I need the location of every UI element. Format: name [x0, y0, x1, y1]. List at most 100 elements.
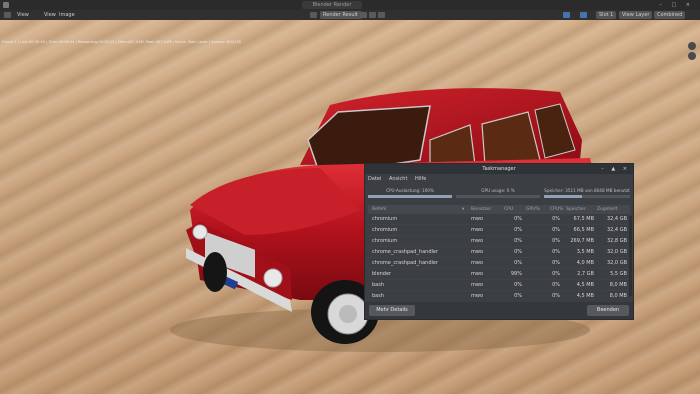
- render-result-field[interactable]: Render Result: [320, 11, 362, 19]
- taskmanager-title: Taskmanager: [482, 166, 516, 172]
- process-user: mwo: [471, 216, 484, 222]
- process-user: mwo: [471, 249, 484, 255]
- menu-ansicht[interactable]: Ansicht: [389, 176, 407, 182]
- process-user: mwo: [471, 227, 484, 233]
- process-cpu-percent: 0%: [552, 216, 560, 222]
- process-cpu-percent: 0%: [552, 249, 560, 255]
- process-cpu: 0%: [514, 282, 522, 288]
- process-name: chrome_crashpad_handler: [372, 249, 439, 255]
- cpu-meter-fill: [368, 195, 452, 198]
- cpu-meter: CPU-Auslastung: 100%: [368, 188, 452, 198]
- gpu-meter-bar: [456, 195, 540, 198]
- view-layer-select[interactable]: View Layer: [619, 11, 653, 19]
- process-memory: 269,7 MB: [570, 238, 594, 244]
- app-menu-icon[interactable]: [3, 2, 9, 8]
- process-user: mwo: [471, 238, 484, 244]
- memory-meter-bar: [544, 195, 630, 198]
- pan-icon[interactable]: [688, 52, 696, 60]
- overlay-icon[interactable]: [580, 12, 587, 18]
- col-speicher[interactable]: Speicher: [566, 205, 586, 214]
- process-allocated: 32,4 GB: [606, 216, 627, 222]
- memory-meter-fill: [544, 195, 582, 198]
- col-gpu[interactable]: GPU%: [526, 205, 540, 214]
- process-name: chromium: [372, 216, 398, 222]
- process-name: bash: [372, 293, 385, 299]
- zoom-icon[interactable]: [688, 42, 696, 50]
- process-cpu: 99%: [510, 271, 522, 277]
- window-title: Blender Render: [302, 1, 362, 9]
- sort-arrow-icon[interactable]: ▾: [462, 205, 464, 214]
- process-name: blender: [372, 271, 392, 277]
- process-row[interactable]: bash mwo 0% 0% 4,5 MB 8,0 MB: [368, 291, 630, 300]
- end-task-button[interactable]: Beenden: [587, 305, 629, 316]
- process-cpu-percent: 0%: [552, 260, 560, 266]
- taskmanager-window-controls[interactable]: – ▲ ×: [601, 164, 630, 174]
- more-details-button[interactable]: Mehr Details: [369, 305, 415, 316]
- col-benutzer[interactable]: Benutzer: [471, 205, 491, 214]
- process-cpu-percent: 0%: [552, 293, 560, 299]
- gpu-meter: GPU usage: 0 %: [456, 188, 540, 198]
- col-zugeteilt[interactable]: Zugeteilt: [597, 205, 617, 214]
- duplicate-icon[interactable]: [369, 12, 376, 18]
- process-cpu: 0%: [514, 293, 522, 299]
- taskmanager-window: Taskmanager – ▲ × Datei Ansicht Hilfe CP…: [364, 163, 634, 320]
- process-memory: 4,5 MB: [576, 282, 594, 288]
- process-row[interactable]: chrome_crashpad_handler mwo 0% 0% 4,0 MB 32,0…: [368, 258, 630, 269]
- pin-icon[interactable]: [360, 12, 367, 18]
- menu-hilfe[interactable]: Hilfe: [415, 176, 426, 182]
- memory-meter: Speicher: 3511 MB von 8048 MB benutzt: [544, 188, 630, 198]
- process-row[interactable]: chrome_crashpad_handler mwo 0% 0% 3,5 MB 32,0…: [368, 247, 630, 258]
- process-row[interactable]: blender mwo 99% 0% 2,7 GB 5,5 GB: [368, 269, 630, 280]
- display-channels-icon[interactable]: [563, 12, 570, 18]
- taskmanager-footer: Mehr Details Beenden: [365, 302, 633, 319]
- slot-select[interactable]: Slot 1: [596, 11, 617, 19]
- process-table-scrollbar[interactable]: [629, 216, 632, 296]
- menu-view-1[interactable]: View: [17, 10, 29, 20]
- process-memory: 2,7 GB: [577, 271, 594, 277]
- col-befehl[interactable]: Befehl: [372, 205, 386, 214]
- process-cpu-percent: 0%: [552, 227, 560, 233]
- process-allocated: 8,0 MB: [609, 293, 627, 299]
- process-allocated: 8,0 MB: [609, 282, 627, 288]
- process-cpu: 0%: [514, 249, 522, 255]
- process-name: chromium: [372, 238, 398, 244]
- process-memory: 3,5 MB: [576, 249, 594, 255]
- process-allocated: 32,0 GB: [606, 260, 627, 266]
- image-browse-icon[interactable]: [310, 12, 317, 18]
- cpu-meter-bar: [368, 195, 452, 198]
- process-memory: 67,5 MB: [573, 216, 594, 222]
- taskmanager-titlebar[interactable]: Taskmanager – ▲ ×: [365, 164, 633, 174]
- process-cpu: 0%: [514, 260, 522, 266]
- process-row[interactable]: chromium mwo 0% 0% 66,5 MB 32,4 GB: [368, 225, 630, 236]
- process-memory: 66,5 MB: [573, 227, 594, 233]
- process-allocated: 32,8 GB: [606, 238, 627, 244]
- process-user: mwo: [471, 260, 484, 266]
- process-row[interactable]: bash mwo 0% 0% 4,5 MB 8,0 MB: [368, 280, 630, 291]
- viewport-side-tools: [688, 42, 696, 62]
- process-allocated: 5,5 GB: [610, 271, 627, 277]
- os-titlebar: Blender Render – □ ×: [0, 0, 700, 10]
- process-user: mwo: [471, 282, 484, 288]
- pass-select[interactable]: Combined: [654, 11, 686, 19]
- taskmanager-menubar: Datei Ansicht Hilfe: [365, 174, 633, 185]
- image-editor-header: View View Image Render Result Slot 1 Vie…: [0, 10, 700, 20]
- window-controls[interactable]: – □ ×: [659, 0, 694, 10]
- close-image-icon[interactable]: [378, 12, 385, 18]
- process-allocated: 32,4 GB: [606, 227, 627, 233]
- editor-type-icon[interactable]: [4, 12, 11, 18]
- process-row[interactable]: chromium mwo 0% 0% 67,5 MB 32,4 GB: [368, 214, 630, 225]
- gpu-meter-label: GPU usage: 0 %: [481, 188, 515, 193]
- usage-meters: CPU-Auslastung: 100% GPU usage: 0 % Spei…: [365, 185, 633, 205]
- process-cpu: 0%: [514, 227, 522, 233]
- process-user: mwo: [471, 271, 484, 277]
- col-cpu[interactable]: CPU: [504, 205, 513, 214]
- cpu-meter-label: CPU-Auslastung: 100%: [386, 188, 434, 193]
- process-row[interactable]: chromium mwo 0% 0% 269,7 MB 32,8 GB: [368, 236, 630, 247]
- col-cpu-percent[interactable]: CPU%: [550, 205, 563, 214]
- menu-datei[interactable]: Datei: [368, 176, 381, 182]
- menu-view-2[interactable]: View: [44, 10, 56, 20]
- process-name: chromium: [372, 227, 398, 233]
- process-allocated: 32,0 GB: [606, 249, 627, 255]
- process-cpu-percent: 0%: [552, 238, 560, 244]
- menu-image[interactable]: Image: [59, 10, 75, 20]
